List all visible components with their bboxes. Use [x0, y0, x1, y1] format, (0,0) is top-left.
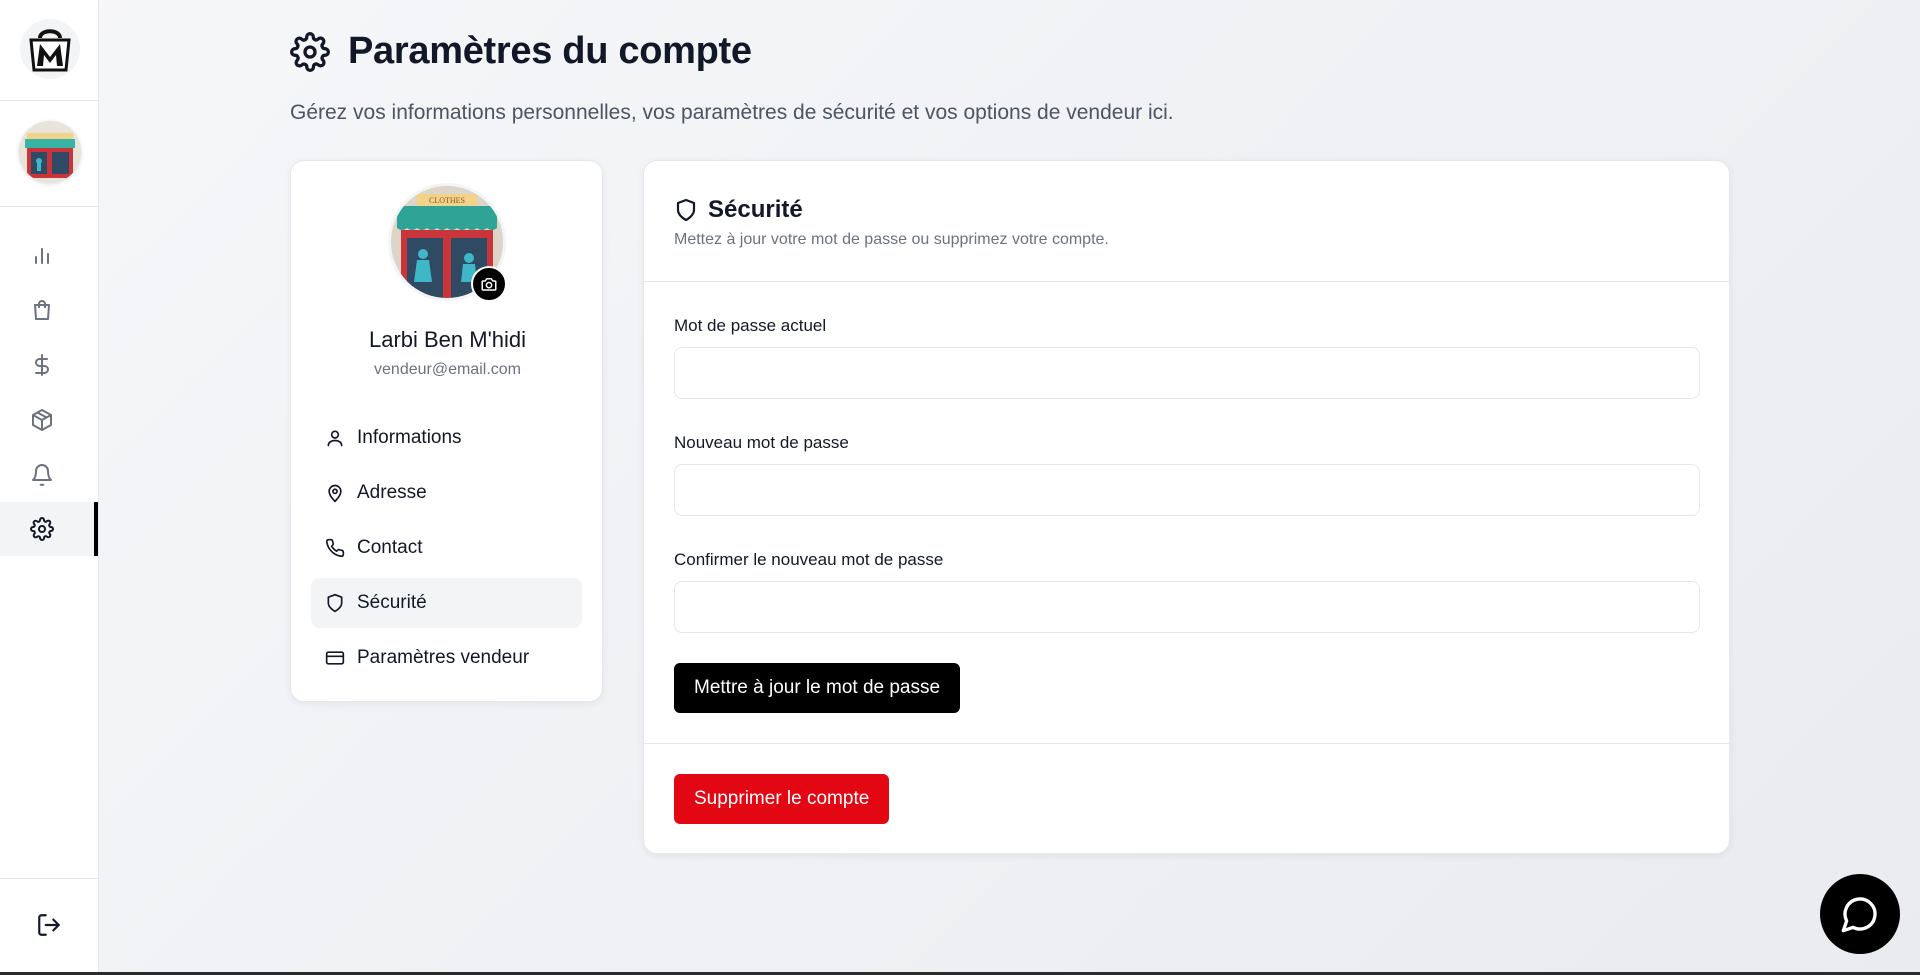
security-description: Mettez à jour votre mot de passe ou supp…	[674, 231, 1109, 248]
chat-bubble-icon	[1841, 897, 1877, 933]
menu-item-label: Paramètres vendeur	[357, 647, 530, 668]
sidebar-item-products[interactable]	[0, 393, 98, 447]
new-password-field[interactable]	[674, 464, 1700, 516]
settings-menu-adresse[interactable]: Adresse	[311, 468, 582, 518]
menu-item-label: Sécurité	[357, 592, 427, 613]
current-password-label: Mot de passe actuel	[674, 316, 827, 335]
shopping-bag-icon	[34, 300, 50, 320]
menu-item-label: Adresse	[357, 482, 427, 503]
store-sign-text: CLOTHES	[429, 196, 465, 205]
shield-icon	[676, 198, 696, 222]
phone-icon	[325, 538, 345, 558]
sidebar-divider	[0, 878, 98, 879]
settings-menu-contact[interactable]: Contact	[311, 523, 582, 573]
sidebar-item-analytics[interactable]	[0, 228, 98, 282]
shopping-bag-m-logo-icon	[29, 29, 71, 72]
security-title: Sécurité	[708, 196, 803, 223]
logout-icon	[38, 914, 60, 936]
sidebar	[0, 0, 99, 972]
dollar-icon	[35, 354, 49, 376]
page-header: Paramètres du compte	[290, 30, 752, 73]
package-icon	[32, 409, 52, 431]
confirm-password-field[interactable]	[674, 581, 1700, 633]
credit-card-icon	[325, 651, 345, 665]
page-subtitle: Gérez vos informations personnelles, vos…	[290, 101, 1174, 124]
sidebar-item-finance[interactable]	[0, 338, 98, 392]
profile-name: Larbi Ben M'hidi	[368, 327, 527, 352]
gear-icon	[30, 517, 54, 541]
sidebar-divider	[0, 206, 98, 207]
chat-button[interactable]	[1820, 874, 1900, 954]
page-title: Paramètres du compte	[348, 30, 752, 72]
camera-icon	[481, 278, 497, 291]
settings-menu-securite[interactable]: Sécurité	[311, 578, 582, 628]
store-avatar[interactable]	[19, 121, 81, 183]
menu-item-label: Contact	[357, 537, 423, 558]
sidebar-item-orders[interactable]	[0, 283, 98, 337]
logout-button[interactable]	[36, 912, 62, 943]
profile-card: CLOTHES Larbi Ben M'hidi vendeur@email.c…	[290, 160, 603, 702]
settings-menu-parametres-vendeur[interactable]: Paramètres vendeur	[311, 633, 582, 683]
bar-chart-icon	[35, 248, 49, 264]
sidebar-item-notifications[interactable]	[0, 448, 98, 502]
map-pin-icon	[328, 484, 342, 503]
shield-icon	[327, 593, 343, 613]
security-card: Sécurité Mettez à jour votre mot de pass…	[643, 160, 1730, 854]
section-divider	[644, 743, 1729, 744]
sidebar-divider	[0, 100, 98, 101]
section-divider	[644, 281, 1729, 282]
profile-email: vendeur@email.com	[374, 361, 521, 378]
new-password-label: Nouveau mot de passe	[674, 433, 849, 452]
sidebar-item-settings[interactable]	[0, 502, 98, 556]
bell-icon	[32, 464, 52, 486]
current-password-field[interactable]	[674, 347, 1700, 399]
delete-account-button[interactable]: Supprimer le compte	[674, 774, 890, 824]
update-password-button[interactable]: Mettre à jour le mot de passe	[674, 663, 961, 713]
change-avatar-button[interactable]	[471, 266, 507, 302]
menu-item-label: Informations	[357, 427, 462, 448]
settings-menu-informations[interactable]: Informations	[311, 413, 582, 463]
gear-icon	[290, 31, 330, 72]
user-icon	[327, 430, 343, 447]
confirm-password-label: Confirmer le nouveau mot de passe	[674, 550, 944, 569]
brand-logo[interactable]	[20, 19, 80, 79]
security-header: Sécurité	[674, 196, 803, 224]
